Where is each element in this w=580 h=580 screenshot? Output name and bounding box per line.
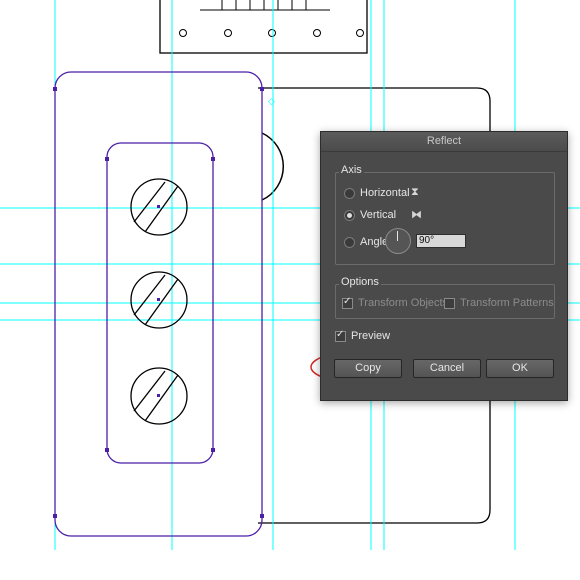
ok-button[interactable]: OK [486,359,554,378]
angle-input[interactable]: 90° [416,234,466,248]
transform-patterns-checkbox[interactable] [444,297,455,309]
dialog-title[interactable]: Reflect [321,132,567,152]
horizontal-label: Horizontal [360,187,410,199]
options-group-label: Options [339,276,381,288]
reflect-dialog: Reflect Axis Horizontal ⧗ Vertical ⧓ Ang… [320,131,568,401]
preview-label: Preview [351,330,391,342]
angle-dial-icon[interactable] [385,228,411,254]
transform-patterns-label: Transform Patterns [460,297,554,309]
preview-checkbox[interactable] [335,329,346,342]
vertical-radio-button[interactable] [344,209,355,221]
transform-objects-option[interactable]: Transform Objects [342,296,449,309]
cancel-button[interactable]: Cancel [413,359,481,378]
angle-radio-button[interactable] [344,236,355,248]
options-group: Options Transform Objects Transform Patt… [335,276,555,319]
transform-patterns-option[interactable]: Transform Patterns [444,297,554,309]
axis-group-label: Axis [339,164,364,176]
preview-option[interactable]: Preview [335,329,391,342]
transform-objects-checkbox[interactable] [342,296,353,309]
horizontal-radio[interactable]: Horizontal [344,187,410,199]
selected-artwork[interactable] [54,71,263,537]
vertical-radio[interactable]: Vertical [344,209,396,221]
axis-group: Axis Horizontal ⧗ Vertical ⧓ Angle: [335,164,555,265]
transform-objects-label: Transform Objects [358,297,449,309]
top-artwork[interactable] [159,0,368,54]
center-marker-icon: ◇ [268,96,275,106]
horizontal-reflect-icon: ⧗ [411,186,419,198]
vertical-label: Vertical [360,209,397,221]
horizontal-radio-button[interactable] [344,187,355,199]
vertical-reflect-icon: ⧓ [411,209,422,221]
copy-button[interactable]: Copy [334,359,402,378]
